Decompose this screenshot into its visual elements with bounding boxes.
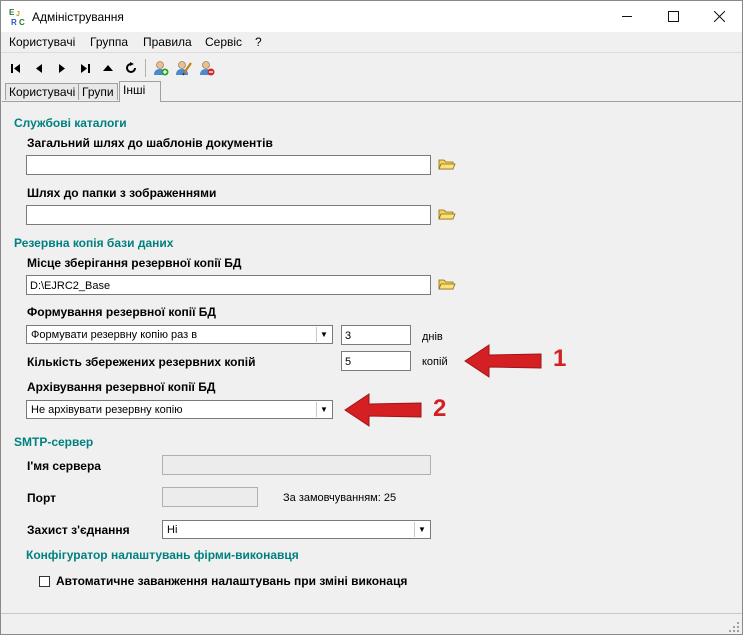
backup-browse-folder-icon[interactable] — [438, 277, 456, 291]
backup-heading: Резервна копія бази даних — [14, 236, 174, 250]
svg-text:R: R — [11, 18, 17, 27]
templates-browse-folder-icon[interactable] — [438, 157, 456, 171]
window-title: Адміністрування — [32, 10, 124, 24]
auto-load-checkbox[interactable] — [39, 576, 50, 587]
title-bar: E J R C Адміністрування — [1, 1, 742, 32]
backup-days-input[interactable]: 3 — [341, 325, 411, 345]
configurator-heading: Конфігуратор налаштувань фірми-виконавця — [26, 548, 299, 562]
chevron-down-icon[interactable]: ▼ — [316, 402, 331, 417]
svg-text:J: J — [16, 11, 20, 18]
port-default-note: За замовчуванням: 25 — [283, 492, 397, 504]
smtp-port-label: Порт — [27, 491, 57, 505]
backup-location-label: Місце зберігання резервної копії БД — [27, 256, 242, 270]
resize-grip-icon[interactable] — [728, 621, 740, 633]
annotation-label-2: 2 — [433, 395, 447, 422]
days-unit-label: днів — [422, 331, 443, 343]
annotation-arrow-1-icon — [464, 344, 542, 378]
delete-user-icon[interactable] — [197, 58, 217, 78]
tab-content-other: Службові каталоги Загальний шлях до шабл… — [2, 101, 741, 612]
next-record-icon[interactable] — [52, 58, 72, 78]
toolbar — [1, 54, 742, 82]
admin-window: E J R C Адміністрування Користувачі Груп… — [0, 0, 743, 635]
menu-service[interactable]: Сервіс — [205, 35, 242, 49]
svg-text:E: E — [9, 8, 15, 17]
chevron-down-icon[interactable]: ▼ — [414, 522, 429, 537]
smtp-server-input[interactable] — [162, 455, 431, 475]
first-record-icon[interactable] — [6, 58, 26, 78]
tab-groups[interactable]: Групи — [78, 83, 118, 100]
smtp-heading: SMTP-сервер — [14, 435, 94, 449]
annotation-arrow-2-icon — [344, 393, 422, 427]
chevron-down-icon[interactable]: ▼ — [316, 327, 331, 342]
backup-schedule-select[interactable]: Формувати резервну копію раз в ▼ — [26, 325, 333, 344]
backup-location-input[interactable]: D:\EJRC2_Base — [26, 275, 431, 295]
up-icon[interactable] — [98, 58, 118, 78]
backup-schedule-label: Формування резервної копії БД — [27, 305, 216, 319]
minimize-icon[interactable] — [604, 1, 650, 32]
archive-select[interactable]: Не архівувати резервну копію ▼ — [26, 400, 333, 419]
images-path-label: Шлях до папки з зображеннями — [27, 186, 217, 200]
archive-label: Архівування резервної копії БД — [27, 380, 216, 394]
images-browse-folder-icon[interactable] — [438, 207, 456, 221]
menu-users[interactable]: Користувачі — [9, 35, 75, 49]
tab-users[interactable]: Користувачі — [5, 83, 80, 100]
smtp-port-input[interactable] — [162, 487, 258, 507]
templates-path-label: Загальний шлях до шаблонів документів — [27, 136, 273, 150]
tab-other[interactable]: Інші — [119, 81, 161, 102]
backup-schedule-value: Формувати резервну копію раз в — [31, 329, 198, 341]
archive-value: Не архівувати резервну копію — [31, 404, 183, 416]
images-path-input[interactable] — [26, 205, 431, 225]
templates-path-input[interactable] — [26, 155, 431, 175]
count-unit-label: копій — [422, 356, 448, 368]
menu-bar: Користувачі Группа Правила Сервіс ? — [1, 32, 742, 53]
refresh-icon[interactable] — [121, 58, 141, 78]
annotation-label-1: 1 — [553, 345, 567, 372]
menu-rules[interactable]: Правила — [143, 35, 192, 49]
tab-strip: Користувачі Групи Інші — [1, 81, 742, 102]
last-record-icon[interactable] — [75, 58, 95, 78]
menu-group[interactable]: Группа — [90, 35, 128, 49]
backup-count-label: Кількість збережених резервних копій — [27, 355, 256, 369]
toolbar-separator — [145, 59, 146, 77]
smtp-security-value: Ні — [167, 524, 178, 536]
status-bar — [1, 613, 742, 634]
smtp-security-label: Захист з'єднання — [27, 523, 130, 537]
add-user-icon[interactable] — [151, 58, 171, 78]
svg-text:C: C — [19, 18, 25, 27]
maximize-icon[interactable] — [650, 1, 696, 32]
close-icon[interactable] — [696, 1, 742, 32]
service-dirs-heading: Службові каталоги — [14, 116, 127, 130]
backup-count-input[interactable]: 5 — [341, 351, 411, 371]
menu-help[interactable]: ? — [255, 35, 262, 49]
app-icon: E J R C — [9, 8, 25, 27]
prev-record-icon[interactable] — [29, 58, 49, 78]
edit-user-icon[interactable] — [174, 58, 194, 78]
auto-load-label: Автоматичне заванження налаштувань при з… — [56, 574, 408, 588]
smtp-security-select[interactable]: Ні ▼ — [162, 520, 431, 539]
smtp-server-label: І'мя сервера — [27, 459, 101, 473]
